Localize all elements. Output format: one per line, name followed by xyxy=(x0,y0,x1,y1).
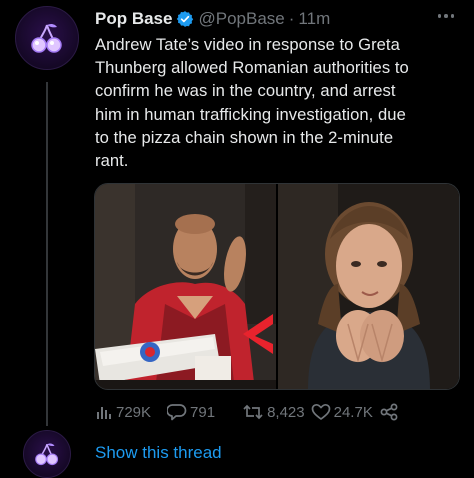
share-icon xyxy=(380,403,398,421)
views-count: 729K xyxy=(116,403,152,421)
avatar[interactable] xyxy=(15,6,79,70)
views-stat[interactable]: 729K xyxy=(95,403,151,421)
tweet-text: Andrew Tate’s video in response to Greta… xyxy=(95,35,409,171)
media-grid[interactable] xyxy=(94,183,460,390)
tweet-header: Pop Base @PopBase · 11m xyxy=(95,8,330,30)
thread-line xyxy=(46,82,48,426)
photo-andrew-tate-illustration xyxy=(95,184,276,389)
retweet-icon xyxy=(243,404,263,420)
display-name[interactable]: Pop Base xyxy=(95,9,172,29)
timestamp[interactable]: 11m xyxy=(298,9,330,29)
retweet-count: 8,423 xyxy=(267,403,305,421)
heart-icon xyxy=(311,403,330,420)
more-icon[interactable] xyxy=(432,4,460,28)
cherries-icon xyxy=(35,443,59,466)
photo-andrew-tate[interactable] xyxy=(95,184,276,389)
share-button[interactable] xyxy=(379,403,399,421)
views-icon xyxy=(97,407,111,419)
verified-badge-icon xyxy=(176,10,194,28)
thread-avatar[interactable] xyxy=(23,430,71,478)
like-count: 24.7K xyxy=(333,403,373,421)
photo-greta-thunberg[interactable] xyxy=(278,184,459,389)
show-thread-link[interactable]: Show this thread xyxy=(95,443,222,463)
photo-greta-thunberg-illustration xyxy=(278,184,459,389)
reply-icon xyxy=(167,404,187,421)
handle[interactable]: @PopBase xyxy=(198,9,284,29)
reply-count: 791 xyxy=(190,403,216,421)
separator-dot: · xyxy=(288,9,295,28)
cherries-icon xyxy=(31,23,62,53)
like-button[interactable]: 24.7K xyxy=(311,403,373,421)
retweet-button[interactable]: 8,423 xyxy=(242,403,305,421)
tweet-actions: 729K 791 8,423 24.7K xyxy=(95,400,399,424)
reply-button[interactable]: 791 xyxy=(167,403,215,421)
